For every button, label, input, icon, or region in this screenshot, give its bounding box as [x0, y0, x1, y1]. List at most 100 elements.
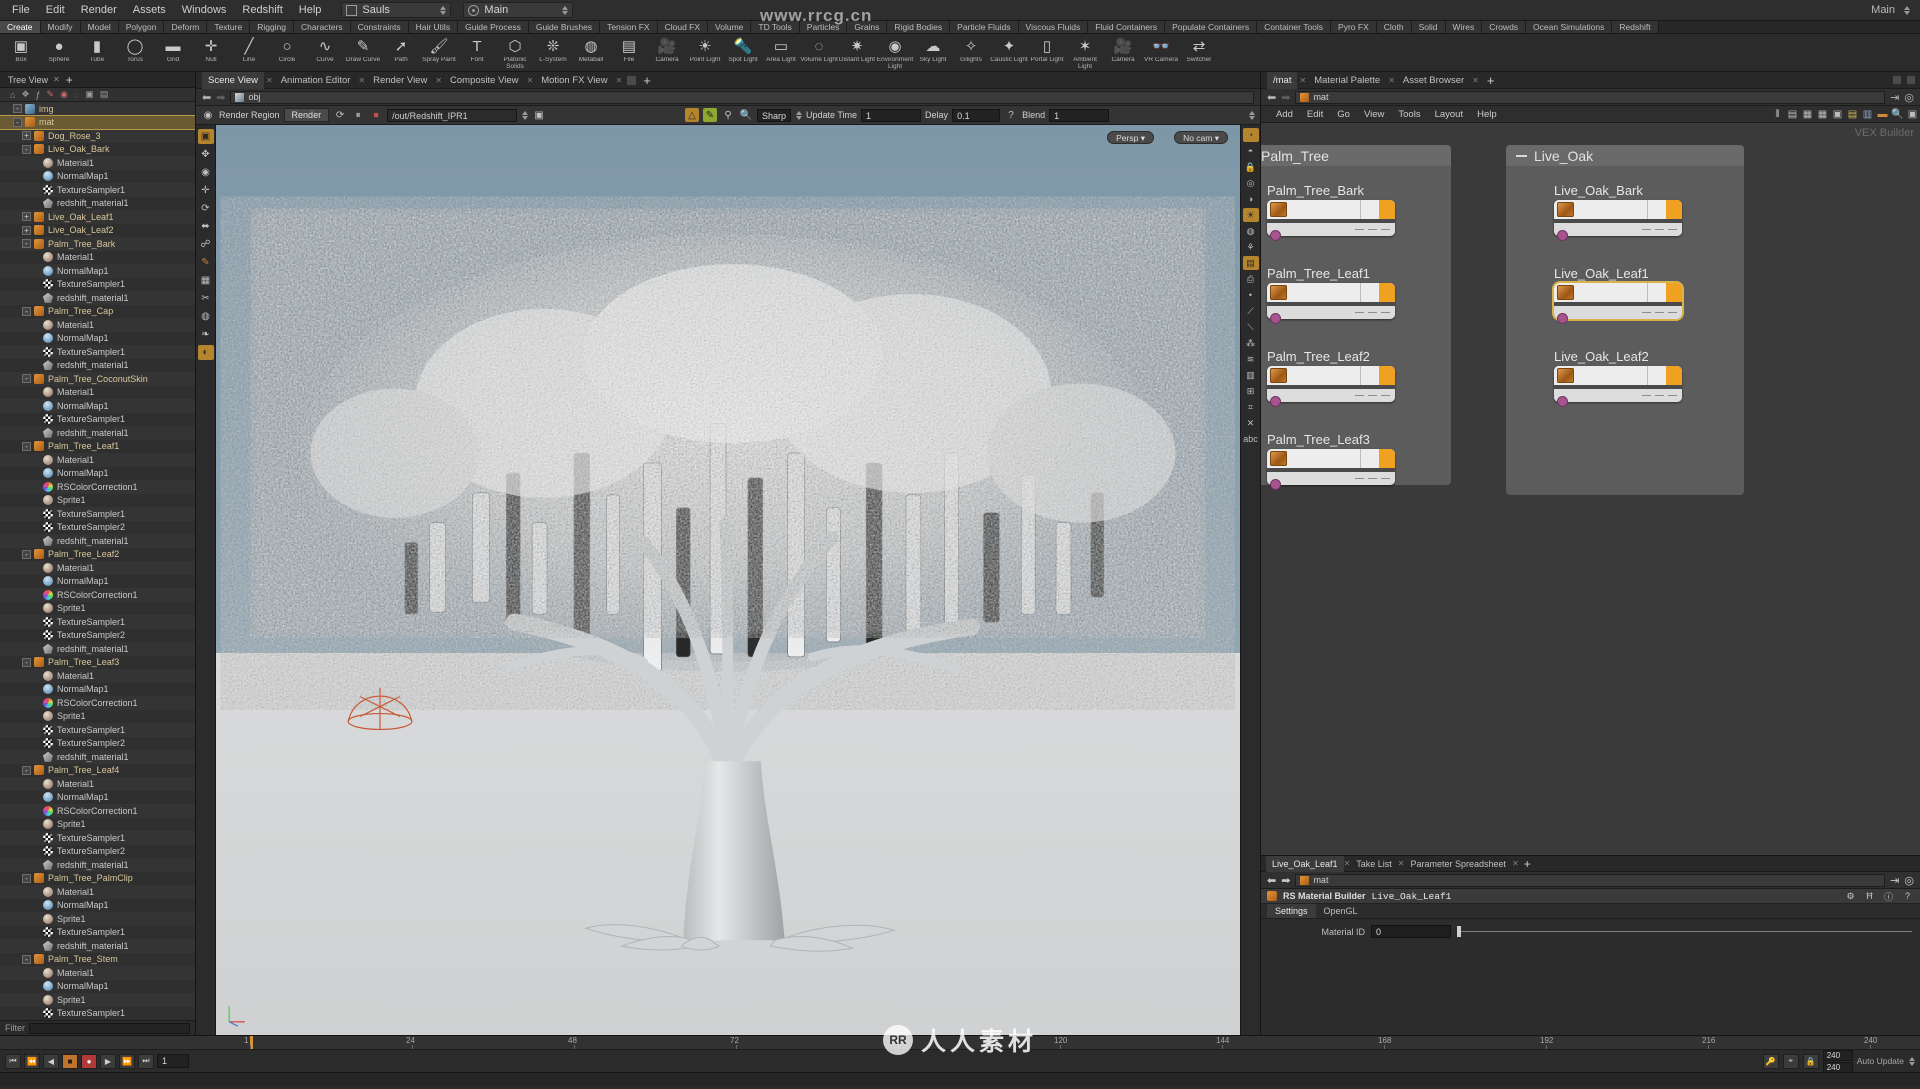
tree-row[interactable]: TextureSampler1 — [0, 183, 195, 197]
menu-file[interactable]: File — [4, 0, 38, 21]
lock-icon[interactable]: 🔒 — [1243, 160, 1259, 174]
shelf-tool-grid[interactable]: ▬ Grid — [154, 34, 192, 64]
tree-row[interactable]: RSColorCorrection1 — [0, 804, 195, 818]
param-back-icon[interactable]: ⬅ — [1267, 874, 1276, 887]
network-node-body[interactable] — [1554, 200, 1682, 240]
network-node[interactable]: Live_Oak_Bark — [1554, 183, 1682, 240]
pin-icon[interactable]: ⚲ — [721, 108, 735, 122]
network-tab-close-icon[interactable]: ✕ — [1386, 76, 1397, 85]
shelf-tab-guide-process[interactable]: Guide Process — [458, 21, 529, 33]
maximize-net-icon[interactable]: ▣ — [1905, 108, 1920, 121]
netmenu-tools[interactable]: Tools — [1391, 109, 1427, 120]
viewport-tab-close-icon[interactable]: ✕ — [525, 76, 536, 85]
shelf-tab-cloth[interactable]: Cloth — [1376, 21, 1412, 33]
layers-icon[interactable]: ▥ — [1243, 368, 1259, 382]
tree-row[interactable]: RSColorCorrection1 — [0, 480, 195, 494]
tree-row[interactable]: redshift_material1 — [0, 939, 195, 953]
param-jump-icon[interactable]: ⇥ — [1890, 874, 1899, 887]
tree-row[interactable]: TextureSampler1 — [0, 412, 195, 426]
delay-field[interactable]: 0.1 — [952, 108, 1001, 122]
lighting-quality-icon[interactable]: ⚘ — [1243, 240, 1259, 254]
node-flag-render-icon[interactable] — [1381, 394, 1390, 397]
tree-row[interactable]: - mat — [0, 114, 195, 130]
ruler-icon[interactable]: ⟍ — [1243, 320, 1259, 334]
tree-row[interactable]: - Palm_Tree_PalmClip — [0, 871, 195, 885]
shelf-tab-hair-utils[interactable]: Hair Utils — [408, 21, 459, 33]
frame-icon[interactable]: ⊞ — [1243, 384, 1259, 398]
pause-icon[interactable]: ⏸ — [351, 108, 365, 122]
note-icon[interactable]: ▤ — [1845, 108, 1860, 121]
tree-row[interactable]: Material1 — [0, 561, 195, 575]
tree-row[interactable]: Material1 — [0, 777, 195, 791]
tv-icon-7[interactable]: ▣ — [85, 89, 94, 100]
desktop-selector[interactable]: Sauls — [341, 2, 452, 18]
shelf-tab-constraints[interactable]: Constraints — [350, 21, 409, 33]
node-flag-bypass-icon[interactable] — [1642, 228, 1651, 231]
shelf-tool-distant-light[interactable]: ✷ Distant Light — [838, 34, 876, 64]
shelf-tool-box[interactable]: ▣ Box — [2, 34, 40, 64]
network-node[interactable]: Palm_Tree_Bark — [1267, 183, 1395, 240]
layout-stepper-icon[interactable] — [561, 4, 568, 16]
tree-row[interactable]: RSColorCorrection1 — [0, 588, 195, 602]
node-flag-bypass-icon[interactable] — [1355, 394, 1364, 397]
tree-row[interactable]: TextureSampler1 — [0, 831, 195, 845]
add-tab-icon[interactable]: + — [66, 73, 73, 87]
node-input-flag-icon[interactable] — [1271, 397, 1280, 406]
group-tool-icon[interactable]: ▦ — [198, 273, 214, 288]
network-box-header[interactable]: Palm_Tree — [1261, 145, 1451, 166]
shelf-tab-rigid-bodies[interactable]: Rigid Bodies — [887, 21, 951, 33]
tab-tree-view[interactable]: Tree View — [3, 75, 53, 85]
tree-row[interactable]: NormalMap1 — [0, 790, 195, 804]
shelf-tool-line[interactable]: ╱ Line — [230, 34, 268, 64]
tree-row[interactable]: Material1 — [0, 966, 195, 980]
shelf-tab-guide-brushes[interactable]: Guide Brushes — [528, 21, 601, 33]
collapse-icon[interactable]: - — [22, 549, 31, 559]
shelf-tab-pyro-fx[interactable]: Pyro FX — [1331, 21, 1377, 33]
tree-row[interactable]: redshift_material1 — [0, 534, 195, 548]
step-back-button[interactable]: ⏪ — [24, 1053, 40, 1069]
network-box-palm_tree[interactable]: Palm_Tree Palm_Tree_Bark Palm_Tree_Leaf1 Pa… — [1261, 145, 1451, 489]
move-tool-icon[interactable]: ✛ — [198, 183, 214, 198]
camera-pill[interactable]: No cam ▾ — [1174, 131, 1228, 144]
node-output-flag[interactable] — [1379, 366, 1395, 385]
shelf-tab-tension-fx[interactable]: Tension FX — [600, 21, 658, 33]
shelf-tab-volume[interactable]: Volume — [708, 21, 752, 33]
render-button[interactable]: Render — [283, 108, 330, 122]
tree-row[interactable]: + Live_Oak_Leaf1 — [0, 210, 195, 224]
tree-row[interactable]: TextureSampler1 — [0, 507, 195, 521]
tree-row[interactable]: + Dog_Rose_3 — [0, 129, 195, 143]
node-flag-bypass-icon[interactable] — [1355, 477, 1364, 480]
network-node[interactable]: Live_Oak_Leaf2 — [1554, 349, 1682, 406]
shelf-tool-area-light[interactable]: ▭ Area Light — [762, 34, 800, 64]
tree-row[interactable]: Material1 — [0, 885, 195, 899]
view-tool-icon[interactable]: ◉ — [198, 165, 214, 180]
viewport-tab-render-view[interactable]: Render View — [367, 72, 433, 89]
parameter-tab-close-icon[interactable]: ✕ — [1398, 859, 1405, 868]
tree-row[interactable]: Material1 — [0, 385, 195, 399]
render-view-icon[interactable]: ▤ — [1242, 256, 1259, 270]
point-snap-icon[interactable]: • — [1243, 288, 1259, 302]
tree-row[interactable]: TextureSampler1 — [0, 925, 195, 939]
shelf-tab-particles[interactable]: Particles — [799, 21, 848, 33]
node-flag-bypass-icon[interactable] — [1355, 228, 1364, 231]
tree-row[interactable]: TextureSampler2 — [0, 628, 195, 642]
guides-icon[interactable]: ≋ — [1243, 352, 1259, 366]
shelf-tab-fluid-containers[interactable]: Fluid Containers — [1088, 21, 1166, 33]
node-output-flag[interactable] — [1379, 449, 1395, 468]
shelf-tool-switcher[interactable]: ⇄ Switcher — [1180, 34, 1218, 64]
tree-node-list[interactable]: - img - mat + Dog_Rose_3 - Live_Oak_Bark Materia… — [0, 102, 195, 1020]
help-icon[interactable]: ? — [1004, 108, 1018, 122]
shelf-tool-caustic-light[interactable]: ✦ Caustic Light — [990, 34, 1028, 64]
tv-icon-1[interactable]: ⌂ — [10, 90, 15, 100]
tree-row[interactable]: NormalMap1 — [0, 264, 195, 278]
material-display-icon[interactable]: ◍ — [1243, 224, 1259, 238]
shelf-tool-sky-light[interactable]: ☁ Sky Light — [914, 34, 952, 64]
table-view-icon[interactable]: ▦ — [1815, 108, 1830, 121]
node-input-flag-icon[interactable] — [1558, 231, 1567, 240]
node-input-flag-icon[interactable] — [1558, 314, 1567, 323]
node-output-flag[interactable] — [1666, 366, 1682, 385]
shelf-tab-crowds[interactable]: Crowds — [1482, 21, 1527, 33]
sculpt-tool-icon[interactable]: ◍ — [198, 309, 214, 324]
node-output-flag[interactable] — [1379, 283, 1395, 302]
tree-row[interactable]: - Palm_Tree_Leaf4 — [0, 763, 195, 777]
